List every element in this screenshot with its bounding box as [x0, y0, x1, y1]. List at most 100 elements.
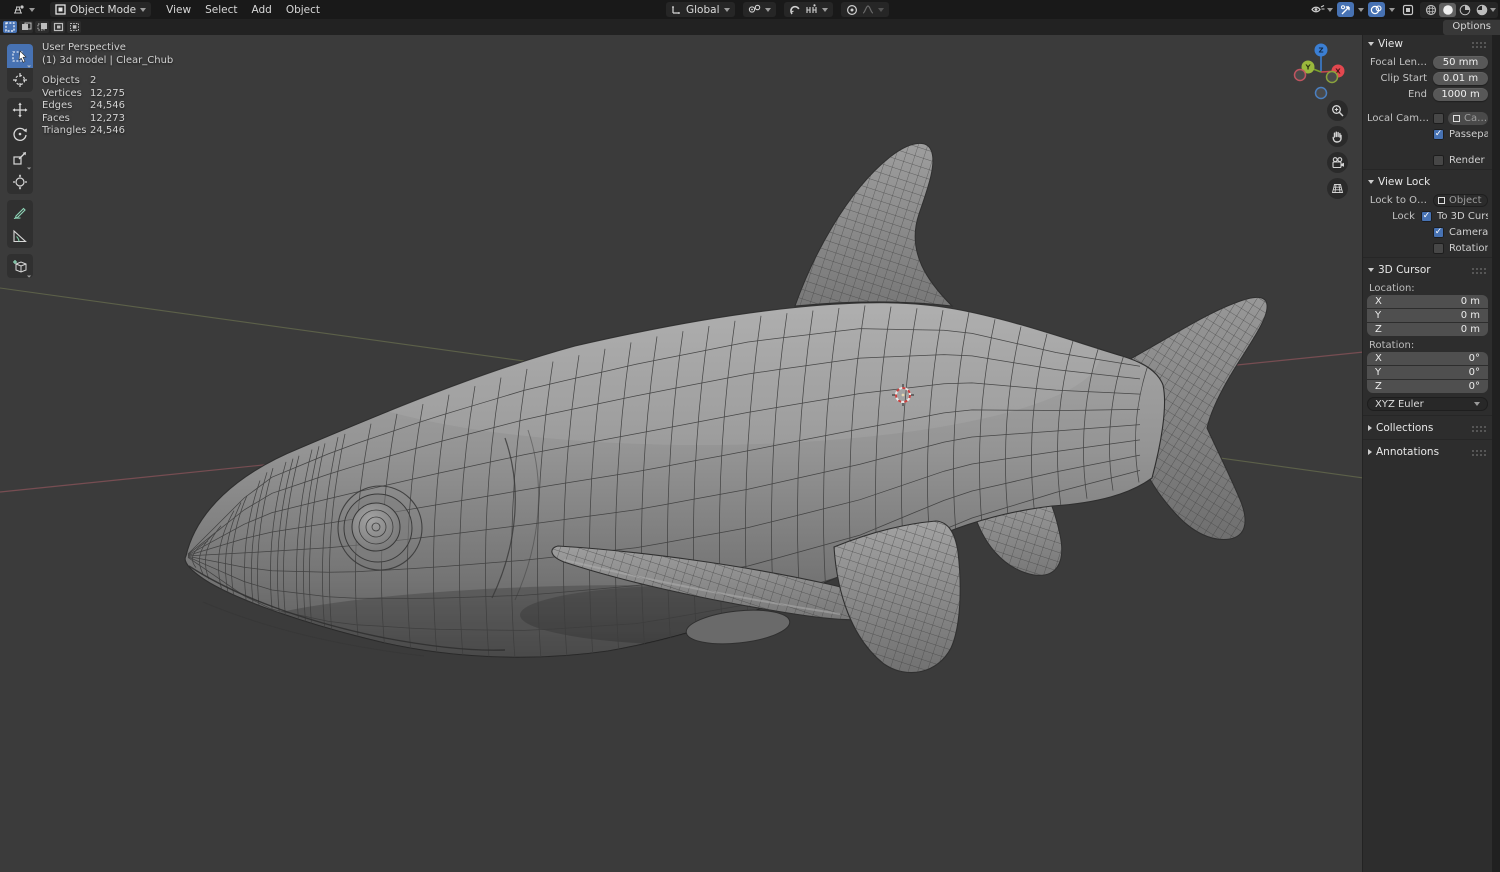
lock-to-object-field[interactable]: Object [1433, 194, 1488, 207]
tool-add-cube[interactable] [7, 254, 33, 278]
section-view-lock-header[interactable]: View Lock [1363, 173, 1492, 191]
section-annotations-header[interactable]: Annotations [1363, 443, 1492, 461]
cursor-rotation-z[interactable]: Z 0° [1367, 380, 1488, 393]
focal-length-field[interactable]: 50 mm [1433, 56, 1488, 69]
stat-label: Edges [42, 100, 90, 113]
section-collections-header[interactable]: Collections [1363, 419, 1492, 437]
ortho-perspective-button[interactable] [1327, 178, 1348, 199]
cursor-rotation-y[interactable]: Y 0° [1367, 366, 1488, 379]
chevron-down-icon [29, 8, 35, 12]
section-view-header[interactable]: View [1363, 35, 1492, 53]
overlays-icon [1370, 4, 1383, 16]
clip-start-field[interactable]: 0.01 m [1433, 72, 1488, 85]
camera-to-view-checkbox[interactable]: ✓ [1433, 227, 1444, 238]
tool-scale[interactable] [7, 146, 33, 170]
cursor-location-x[interactable]: X 0 m [1367, 295, 1488, 308]
axis-label: Z [1375, 324, 1382, 335]
tool-move[interactable] [7, 98, 33, 122]
stat-label: Vertices [42, 88, 90, 101]
overlays-dropdown-caret[interactable] [1389, 8, 1395, 12]
render-region-label: Render Regi… [1449, 155, 1488, 166]
tool-rotate[interactable] [7, 122, 33, 146]
tool-cursor[interactable] [7, 68, 33, 92]
svg-text:Y: Y [1304, 63, 1311, 71]
local-camera-checkbox[interactable] [1433, 113, 1444, 124]
render-region-checkbox[interactable] [1433, 155, 1444, 166]
shading-wireframe-button[interactable] [1422, 3, 1439, 17]
clip-end-field[interactable]: 1000 m [1433, 88, 1488, 101]
panel-edge-strip[interactable] [1492, 35, 1500, 872]
panel-drag-handle[interactable] [1471, 425, 1486, 432]
show-overlays-toggle[interactable] [1368, 2, 1385, 17]
zoom-button[interactable] [1327, 100, 1348, 121]
camera-view-button[interactable] [1327, 152, 1348, 173]
editor-type-selector[interactable] [6, 2, 40, 17]
select-mode-intersect[interactable] [67, 21, 81, 33]
fish-model[interactable] [185, 143, 1267, 705]
object-visibility-dropdown[interactable] [1310, 3, 1333, 16]
snapping-control[interactable] [784, 2, 833, 17]
shading-rendered-button[interactable] [1473, 3, 1490, 17]
gizmo-y-neg-axis[interactable] [1327, 72, 1338, 83]
mode-selector[interactable]: Object Mode [50, 2, 151, 17]
gizmo-x-neg-axis[interactable] [1295, 70, 1306, 81]
cursor-location-y[interactable]: Y 0 m [1367, 309, 1488, 322]
local-camera-field[interactable]: Ca… × [1448, 112, 1488, 125]
stat-label: Faces [42, 113, 90, 126]
axis-value: 0 m [1461, 324, 1480, 335]
panel-drag-handle[interactable] [1471, 449, 1486, 456]
axis-label: Y [1375, 367, 1381, 378]
gizmo-icon [1340, 4, 1352, 16]
cursor-rotation-x[interactable]: X 0° [1367, 352, 1488, 365]
mode-label: Object Mode [70, 4, 136, 16]
collapse-arrow-icon [1368, 42, 1374, 46]
select-mode-set[interactable] [3, 21, 17, 33]
object-mode-icon [55, 4, 66, 15]
rendered-sphere-icon [1476, 4, 1488, 16]
options-button[interactable]: Options [1443, 20, 1500, 35]
to-3d-cursor-checkbox[interactable]: ✓ [1421, 211, 1432, 222]
select-mode-subtract[interactable] [35, 21, 49, 33]
panel-drag-handle[interactable] [1471, 267, 1486, 274]
viewport-info-overlay: User Perspective (1) 3d model | Clear_Ch… [42, 42, 173, 138]
select-mode-invert[interactable] [51, 21, 65, 33]
shading-dropdown-caret[interactable] [1490, 8, 1496, 12]
proportional-editing-control[interactable] [841, 2, 889, 17]
shading-material-button[interactable] [1456, 3, 1473, 17]
snap-increment-icon [805, 4, 818, 15]
stat-value: 2 [90, 75, 96, 88]
view-perspective-label: User Perspective [42, 42, 173, 55]
scene-collection-label: (1) 3d model | Clear_Chub [42, 55, 173, 68]
tool-annotate[interactable] [7, 200, 33, 224]
stat-value: 24,546 [90, 100, 125, 113]
menu-object[interactable]: Object [281, 2, 325, 18]
gizmo-dropdown-caret[interactable] [1358, 8, 1364, 12]
wireframe-sphere-icon [1425, 4, 1437, 16]
menu-add[interactable]: Add [246, 2, 276, 18]
section-3d-cursor-header[interactable]: 3D Cursor [1363, 261, 1492, 279]
viewport-3d-scene[interactable] [0, 0, 1500, 872]
cursor-location-z[interactable]: Z 0 m [1367, 323, 1488, 336]
navigation-gizmo[interactable]: Z X Y [1292, 38, 1356, 106]
euler-mode-dropdown[interactable]: XYZ Euler [1367, 397, 1488, 411]
panel-drag-handle[interactable] [1471, 41, 1486, 48]
tool-select-box[interactable] [7, 44, 33, 68]
tool-measure[interactable] [7, 224, 33, 248]
tool-transform[interactable] [7, 170, 33, 194]
pan-button[interactable] [1327, 126, 1348, 147]
lock-rotation-checkbox[interactable] [1433, 243, 1444, 254]
menu-select[interactable]: Select [200, 2, 242, 18]
select-mode-extend[interactable] [19, 21, 33, 33]
gizmo-z-neg-axis[interactable] [1316, 88, 1327, 99]
viewport-header: Object Mode View Select Add Object Globa… [0, 0, 1500, 19]
camera-to-view-label: Camera to Vi… [1449, 227, 1488, 238]
show-gizmo-toggle[interactable] [1337, 2, 1354, 17]
pivot-point-dropdown[interactable] [743, 2, 776, 17]
passepartout-checkbox[interactable]: ✓ [1433, 129, 1444, 140]
axis-value: 0° [1469, 367, 1480, 378]
transform-orientation-dropdown[interactable]: Global [666, 2, 735, 17]
xray-toggle[interactable] [1399, 2, 1416, 17]
grid-icon [1331, 182, 1344, 195]
menu-view[interactable]: View [161, 2, 196, 18]
shading-solid-button[interactable] [1439, 3, 1456, 17]
